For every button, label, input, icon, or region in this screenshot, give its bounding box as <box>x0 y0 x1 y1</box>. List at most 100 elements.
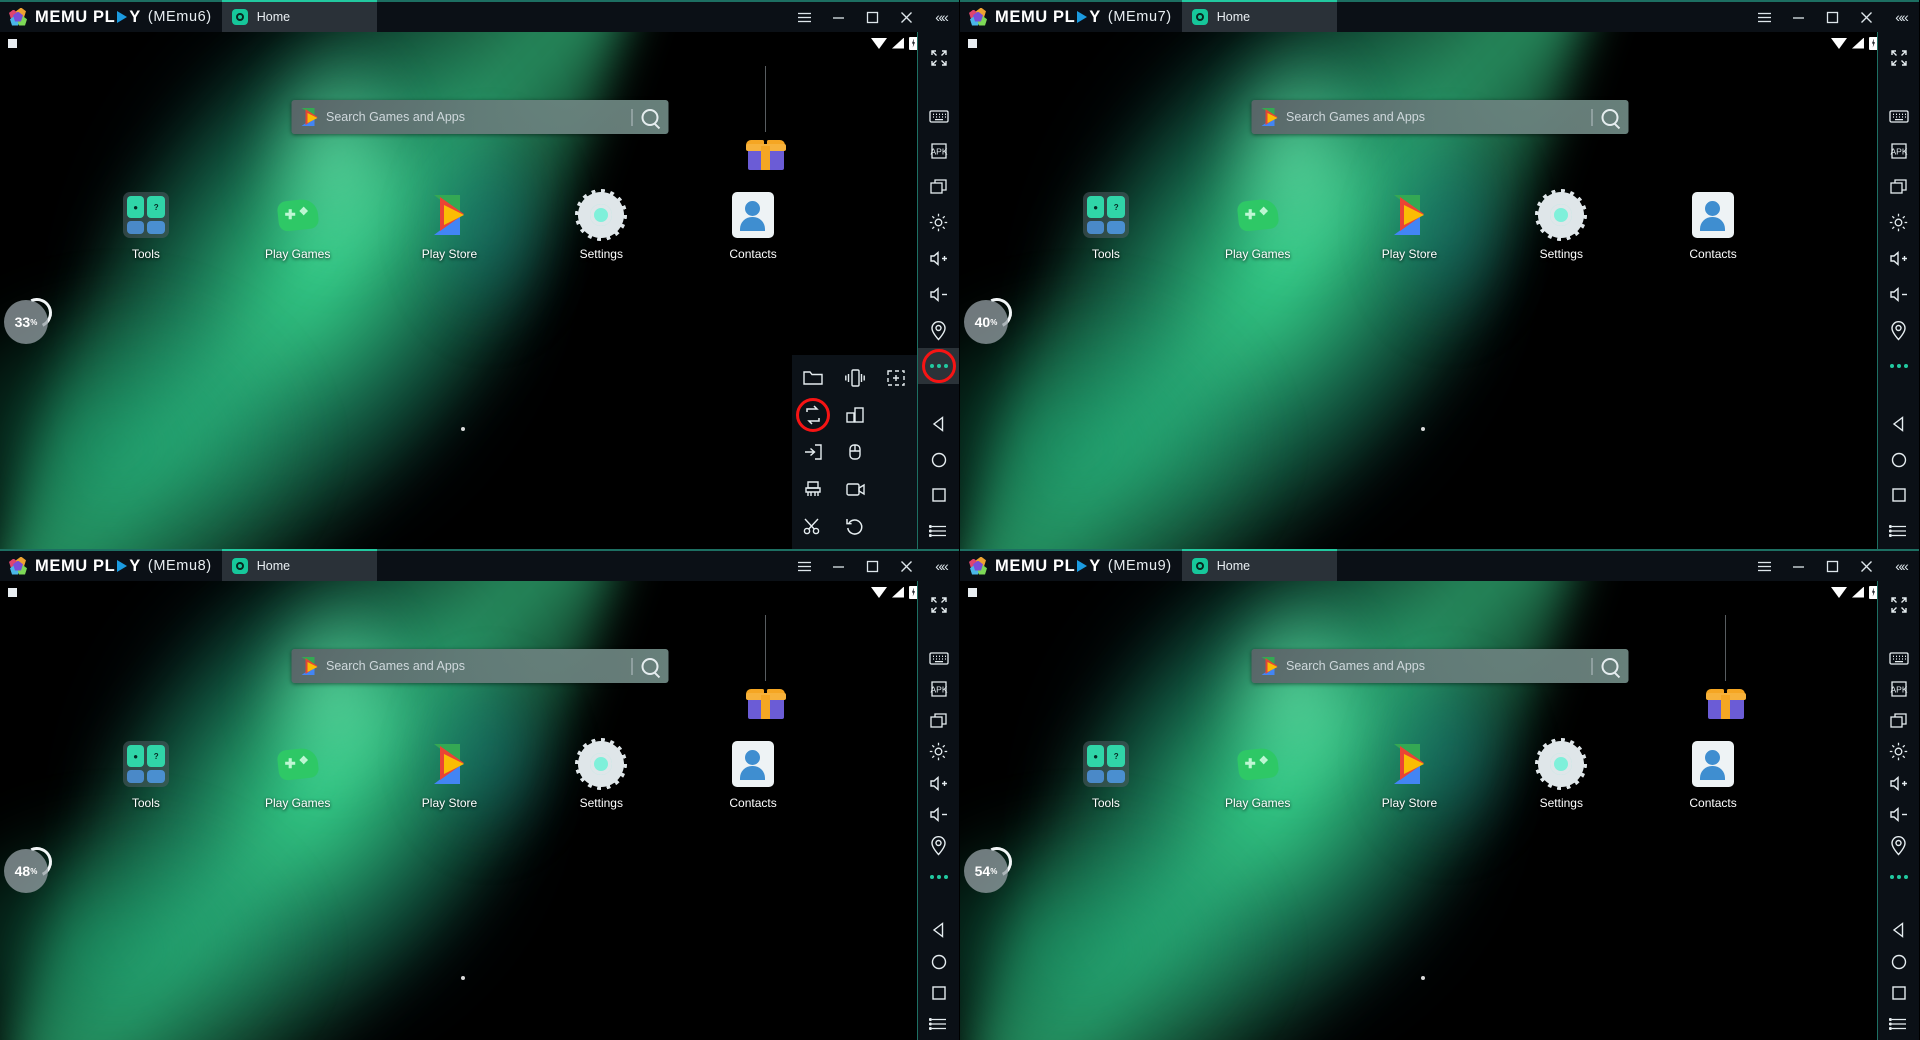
apk-install-icon[interactable]: APK <box>918 134 960 170</box>
volume-up-icon[interactable] <box>918 768 960 799</box>
apk-install-icon[interactable]: APK <box>1878 674 1920 705</box>
app-item-contacts[interactable]: Contacts <box>703 741 803 810</box>
apk-install-icon[interactable]: APK <box>918 674 960 705</box>
multi-window-icon[interactable] <box>1878 169 1920 205</box>
back-triangle-icon[interactable] <box>1878 915 1920 946</box>
recents-square-icon[interactable] <box>918 977 960 1008</box>
volume-up-icon[interactable] <box>1878 768 1920 799</box>
minimize-icon[interactable] <box>1781 1 1815 33</box>
record-video-icon[interactable] <box>834 470 876 507</box>
collapse-button[interactable]: «« <box>923 558 959 574</box>
tab-home[interactable]: Home <box>221 0 377 32</box>
mouse-icon[interactable] <box>834 433 876 470</box>
fullscreen-icon[interactable] <box>918 40 960 76</box>
search-input[interactable]: Search Games and Apps <box>291 100 668 134</box>
keyboard-icon[interactable] <box>1878 642 1920 673</box>
rotate-back-icon[interactable] <box>834 507 876 544</box>
maximize-icon[interactable] <box>855 1 889 33</box>
collapse-button[interactable]: «« <box>1883 558 1919 574</box>
more-dots-icon[interactable] <box>1878 862 1920 893</box>
close-icon[interactable] <box>1849 1 1883 33</box>
export-icon[interactable] <box>792 433 834 470</box>
recents-square-icon[interactable] <box>918 477 960 513</box>
volume-up-icon[interactable] <box>1878 241 1920 277</box>
volume-down-icon[interactable] <box>918 799 960 830</box>
menu-icon[interactable] <box>1747 1 1781 33</box>
maximize-icon[interactable] <box>855 550 889 582</box>
home-circle-icon[interactable] <box>1878 442 1920 478</box>
app-item-play-store[interactable]: Play Store <box>399 192 499 261</box>
settings-gear-icon[interactable] <box>1878 736 1920 767</box>
gift-box-icon[interactable] <box>746 66 786 172</box>
back-triangle-icon[interactable] <box>1878 406 1920 442</box>
minimize-icon[interactable] <box>821 1 855 33</box>
settings-gear-icon[interactable] <box>918 736 960 767</box>
maximize-icon[interactable] <box>1815 550 1849 582</box>
location-icon[interactable] <box>1878 312 1920 348</box>
location-icon[interactable] <box>918 312 960 348</box>
volume-down-icon[interactable] <box>1878 277 1920 313</box>
screenshot-icon[interactable] <box>875 359 917 396</box>
search-input[interactable]: Search Games and Apps <box>1251 100 1628 134</box>
tab-home[interactable]: Home <box>221 549 377 581</box>
tab-home[interactable]: Home <box>1181 0 1337 32</box>
shared-folder-icon[interactable] <box>792 359 834 396</box>
list-menu-icon[interactable] <box>1878 513 1920 549</box>
apk-install-icon[interactable]: APK <box>1878 134 1920 170</box>
minimize-icon[interactable] <box>1781 550 1815 582</box>
app-item-settings[interactable]: Settings <box>551 738 651 810</box>
app-item-tools[interactable]: ●? Tools <box>96 741 196 810</box>
maximize-icon[interactable] <box>1815 1 1849 33</box>
settings-gear-icon[interactable] <box>1878 205 1920 241</box>
app-item-play-games[interactable]: ✚ ❖ Play Games <box>1208 192 1308 261</box>
app-item-play-store[interactable]: Play Store <box>399 741 499 810</box>
keyboard-icon[interactable] <box>918 98 960 134</box>
shake-icon[interactable] <box>834 359 876 396</box>
gift-box-icon[interactable] <box>1706 615 1746 721</box>
settings-gear-icon[interactable] <box>918 205 960 241</box>
home-circle-icon[interactable] <box>1878 946 1920 977</box>
scissors-icon[interactable] <box>792 507 834 544</box>
close-icon[interactable] <box>889 550 923 582</box>
app-item-tools[interactable]: ●? Tools <box>96 192 196 261</box>
close-icon[interactable] <box>1849 550 1883 582</box>
app-item-play-store[interactable]: Play Store <box>1359 741 1459 810</box>
list-menu-icon[interactable] <box>1878 1009 1920 1040</box>
recents-square-icon[interactable] <box>1878 977 1920 1008</box>
list-menu-icon[interactable] <box>918 513 960 549</box>
home-circle-icon[interactable] <box>918 442 960 478</box>
fullscreen-icon[interactable] <box>1878 40 1920 76</box>
search-icon[interactable] <box>641 657 658 675</box>
close-icon[interactable] <box>889 1 923 33</box>
location-icon[interactable] <box>918 830 960 861</box>
search-input[interactable]: Search Games and Apps <box>1251 649 1628 683</box>
collapse-button[interactable]: «« <box>1883 9 1919 25</box>
app-item-tools[interactable]: ●? Tools <box>1056 741 1156 810</box>
gift-box-icon[interactable] <box>746 615 786 721</box>
list-menu-icon[interactable] <box>918 1009 960 1040</box>
app-item-contacts[interactable]: Contacts <box>1663 192 1763 261</box>
resize-window-icon[interactable] <box>834 396 876 433</box>
app-item-settings[interactable]: Settings <box>1511 189 1611 261</box>
more-dots-icon[interactable] <box>917 348 959 384</box>
app-item-settings[interactable]: Settings <box>551 189 651 261</box>
more-dots-icon[interactable] <box>918 862 960 893</box>
fullscreen-icon[interactable] <box>918 589 960 620</box>
menu-icon[interactable] <box>787 550 821 582</box>
keyboard-icon[interactable] <box>918 642 960 673</box>
back-triangle-icon[interactable] <box>918 406 960 442</box>
fullscreen-icon[interactable] <box>1878 589 1920 620</box>
more-dots-icon[interactable] <box>1878 348 1920 384</box>
app-item-settings[interactable]: Settings <box>1511 738 1611 810</box>
search-input[interactable]: Search Games and Apps <box>291 649 668 683</box>
app-item-contacts[interactable]: Contacts <box>1663 741 1763 810</box>
app-item-play-games[interactable]: ✚ ❖ Play Games <box>1208 741 1308 810</box>
search-icon[interactable] <box>1601 657 1618 675</box>
keyboard-icon[interactable] <box>1878 98 1920 134</box>
multi-window-icon[interactable] <box>918 705 960 736</box>
volume-up-icon[interactable] <box>918 241 960 277</box>
search-icon[interactable] <box>641 108 658 126</box>
recents-square-icon[interactable] <box>1878 477 1920 513</box>
multi-window-icon[interactable] <box>1878 705 1920 736</box>
location-icon[interactable] <box>1878 830 1920 861</box>
